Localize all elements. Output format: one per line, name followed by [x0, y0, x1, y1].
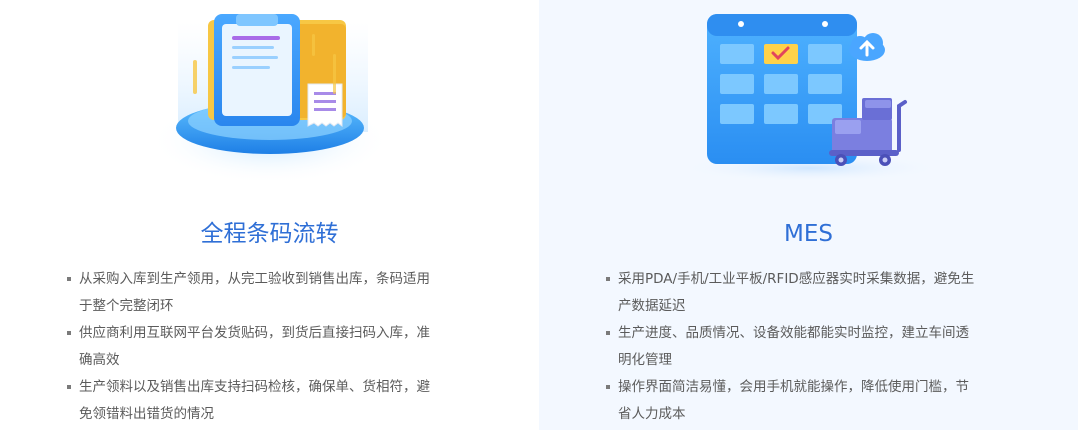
bullet-line: 从采购入库到生产领用，从完工验收到销售出库，条码适用 [79, 271, 430, 287]
bullet-line: 产数据延迟 [618, 298, 686, 314]
bullet-line: 省人力成本 [618, 406, 686, 422]
feature-card-mes: MES 采用PDA/手机/工业平板/RFID感应器实时采集数据，避免生 产数据延… [539, 0, 1078, 430]
calendar-cart-cloud-illustration [539, 0, 1078, 200]
bullet-line: 采用PDA/手机/工业平板/RFID感应器实时采集数据，避免生 [618, 271, 975, 287]
clipboard-document-illustration [0, 0, 539, 200]
feature-card-barcode: 全程条码流转 从采购入库到生产领用，从完工验收到销售出库，条码适用 于整个完整闭… [0, 0, 539, 430]
list-item: 生产进度、品质情况、设备效能都能实时监控，建立车间透 明化管理 [605, 320, 1005, 374]
bullet-line: 于整个完整闭环 [79, 298, 174, 314]
list-item: 采用PDA/手机/工业平板/RFID感应器实时采集数据，避免生 产数据延迟 [605, 266, 1005, 320]
bullet-line: 确高效 [79, 352, 120, 368]
feature-section: 全程条码流转 从采购入库到生产领用，从完工验收到销售出库，条码适用 于整个完整闭… [0, 0, 1078, 430]
bullet-line: 明化管理 [618, 352, 672, 368]
feature-bullet-list: 采用PDA/手机/工业平板/RFID感应器实时采集数据，避免生 产数据延迟 生产… [605, 266, 1005, 428]
feature-bullet-list: 从采购入库到生产领用，从完工验收到销售出库，条码适用 于整个完整闭环 供应商利用… [66, 266, 466, 428]
list-item: 操作界面简洁易懂，会用手机就能操作，降低使用门槛，节 省人力成本 [605, 374, 1005, 428]
bullet-line: 生产领料以及销售出库支持扫码检核，确保单、货相符，避 [79, 379, 430, 395]
list-item: 从采购入库到生产领用，从完工验收到销售出库，条码适用 于整个完整闭环 [66, 266, 466, 320]
bullet-line: 免领错料出错货的情况 [79, 406, 214, 422]
feature-title: MES [784, 221, 833, 247]
bullet-line: 生产进度、品质情况、设备效能都能实时监控，建立车间透 [618, 325, 969, 341]
list-item: 生产领料以及销售出库支持扫码检核，确保单、货相符，避 免领错料出错货的情况 [66, 374, 466, 428]
feature-title: 全程条码流转 [200, 221, 339, 247]
bullet-line: 操作界面简洁易懂，会用手机就能操作，降低使用门槛，节 [618, 379, 969, 395]
list-item: 供应商利用互联网平台发货贴码，到货后直接扫码入库，准 确高效 [66, 320, 466, 374]
bullet-line: 供应商利用互联网平台发货贴码，到货后直接扫码入库，准 [79, 325, 430, 341]
